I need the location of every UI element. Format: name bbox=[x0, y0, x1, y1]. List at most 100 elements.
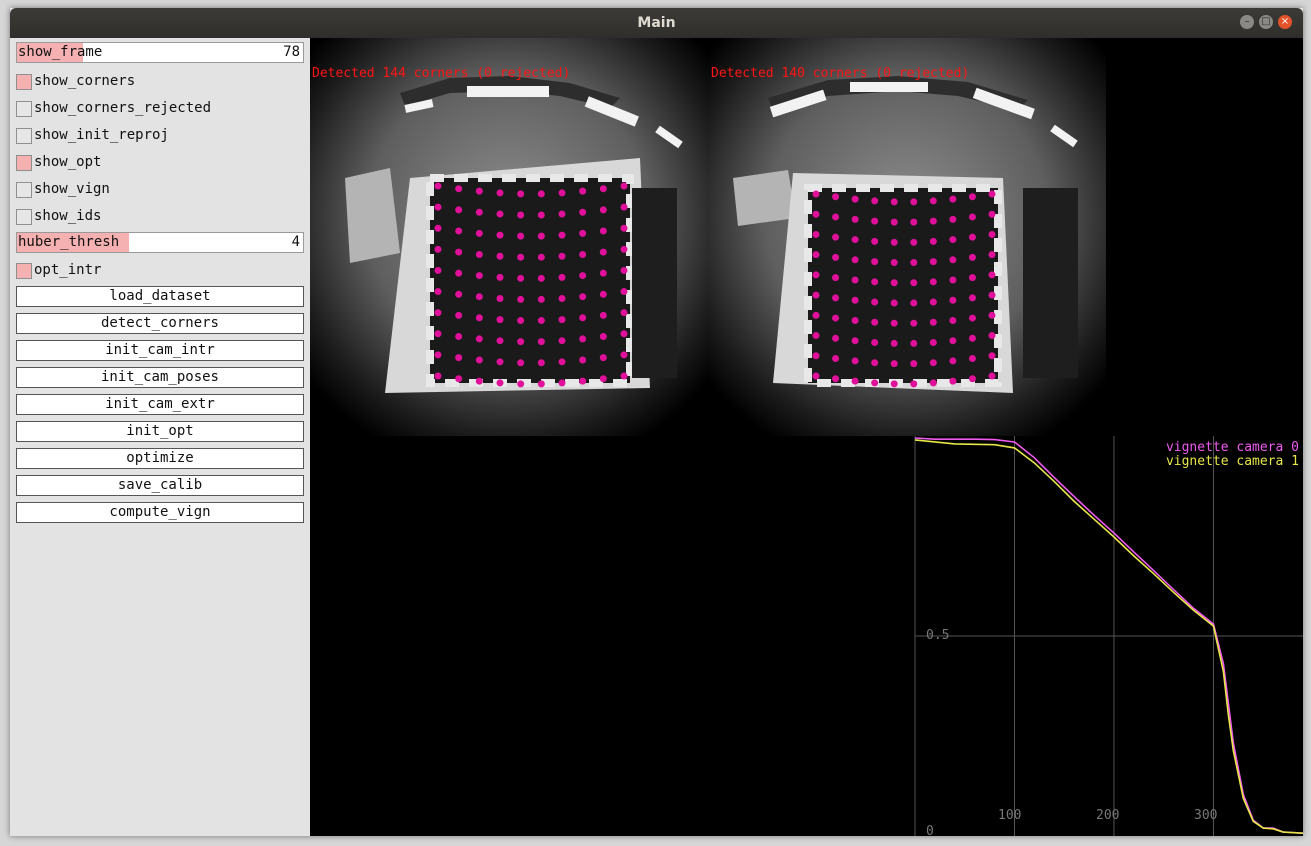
corner-marker bbox=[910, 238, 918, 246]
close-button[interactable]: × bbox=[1278, 15, 1292, 29]
init-opt-button[interactable]: init_opt bbox=[16, 421, 304, 442]
checkbox-box[interactable] bbox=[16, 101, 32, 117]
window-title: Main bbox=[637, 15, 676, 31]
checkbox-box[interactable] bbox=[16, 155, 32, 171]
minimize-button[interactable]: – bbox=[1240, 15, 1254, 29]
corner-marker bbox=[537, 359, 545, 367]
corner-marker bbox=[988, 332, 996, 340]
corner-marker bbox=[434, 245, 442, 253]
show-frame-slider[interactable]: show_frame 78 bbox=[16, 42, 304, 63]
corner-marker bbox=[832, 334, 840, 342]
camera-1-image[interactable] bbox=[708, 38, 1106, 436]
corner-marker bbox=[890, 198, 898, 206]
corner-marker bbox=[599, 290, 607, 298]
corner-marker bbox=[929, 379, 937, 387]
init-cam-intr-button[interactable]: init_cam_intr bbox=[16, 340, 304, 361]
corner-marker bbox=[599, 269, 607, 277]
corner-marker bbox=[949, 276, 957, 284]
corner-marker bbox=[558, 337, 566, 345]
corner-marker bbox=[434, 309, 442, 317]
detect-corners-button[interactable]: detect_corners bbox=[16, 313, 304, 334]
show-frame-label: show_frame bbox=[18, 44, 103, 60]
corner-marker bbox=[558, 379, 566, 387]
corner-marker bbox=[890, 218, 898, 226]
corner-marker bbox=[929, 217, 937, 225]
corner-marker bbox=[496, 379, 504, 387]
corner-marker bbox=[496, 294, 504, 302]
corner-marker bbox=[537, 295, 545, 303]
corner-marker bbox=[558, 273, 566, 281]
corner-marker bbox=[455, 269, 463, 277]
corner-marker bbox=[434, 266, 442, 274]
corner-marker bbox=[949, 316, 957, 324]
huber-thresh-label: huber_thresh bbox=[18, 234, 120, 250]
y-tick-label: 0 bbox=[926, 824, 934, 836]
checkbox-box[interactable] bbox=[16, 209, 32, 225]
corner-marker bbox=[890, 319, 898, 327]
title-bar[interactable]: Main – □ × bbox=[10, 8, 1303, 38]
init-cam-extr-button[interactable]: init_cam_extr bbox=[16, 394, 304, 415]
checkbox-box[interactable] bbox=[16, 182, 32, 198]
corner-marker bbox=[579, 187, 587, 195]
camera-0-image[interactable] bbox=[310, 38, 708, 436]
corner-marker bbox=[475, 356, 483, 364]
corner-marker bbox=[558, 210, 566, 218]
legend-camera-0: vignette camera 0 bbox=[1165, 440, 1299, 455]
view-area[interactable]: Detected 144 corners (0 rejected) Detect… bbox=[310, 38, 1303, 836]
corner-marker bbox=[968, 274, 976, 282]
corner-marker bbox=[929, 237, 937, 245]
corner-marker bbox=[496, 337, 504, 345]
checkbox-box[interactable] bbox=[16, 128, 32, 144]
optimize-button[interactable]: optimize bbox=[16, 448, 304, 469]
corner-marker bbox=[537, 232, 545, 240]
corner-marker bbox=[579, 250, 587, 258]
corner-marker bbox=[851, 337, 859, 345]
load-dataset-button[interactable]: load_dataset bbox=[16, 286, 304, 307]
checkbox-box[interactable] bbox=[16, 263, 32, 279]
corner-marker bbox=[929, 298, 937, 306]
corner-marker bbox=[929, 197, 937, 205]
save-calib-button[interactable]: save_calib bbox=[16, 475, 304, 496]
checkbox-label: show_ids bbox=[34, 208, 102, 224]
corner-marker bbox=[475, 377, 483, 385]
corner-marker bbox=[832, 314, 840, 322]
corner-marker bbox=[434, 224, 442, 232]
corner-marker bbox=[988, 210, 996, 218]
corner-marker bbox=[537, 317, 545, 325]
corner-marker bbox=[890, 339, 898, 347]
corner-marker bbox=[558, 294, 566, 302]
corner-marker bbox=[496, 210, 504, 218]
corner-marker bbox=[968, 294, 976, 302]
corner-marker bbox=[620, 245, 628, 253]
corner-marker bbox=[832, 253, 840, 261]
corner-marker bbox=[910, 198, 918, 206]
corner-marker bbox=[851, 256, 859, 264]
corner-marker bbox=[851, 316, 859, 324]
corner-marker bbox=[968, 233, 976, 241]
camera-1-detection-text: Detected 140 corners (0 rejected) bbox=[711, 66, 970, 81]
vignette-plot[interactable]: vignette camera 0 vignette camera 1 100 … bbox=[912, 436, 1303, 836]
huber-thresh-slider[interactable]: huber_thresh 4 bbox=[16, 232, 304, 253]
corner-marker bbox=[949, 337, 957, 345]
corner-marker bbox=[812, 311, 820, 319]
corner-marker bbox=[851, 215, 859, 223]
corner-marker bbox=[599, 206, 607, 214]
checkbox-label: show_corners bbox=[34, 73, 136, 89]
corner-marker bbox=[871, 298, 879, 306]
checkbox-box[interactable] bbox=[16, 74, 32, 90]
x-tick-label: 300 bbox=[1194, 808, 1218, 823]
x-tick-label: 100 bbox=[998, 808, 1022, 823]
corner-marker bbox=[496, 358, 504, 366]
checkbox-label: show_corners_rejected bbox=[34, 100, 212, 116]
corner-marker bbox=[517, 274, 525, 282]
corner-marker bbox=[558, 252, 566, 260]
corner-marker bbox=[475, 272, 483, 280]
corner-marker bbox=[620, 224, 628, 232]
corner-marker bbox=[910, 218, 918, 226]
init-cam-poses-button[interactable]: init_cam_poses bbox=[16, 367, 304, 388]
maximize-button[interactable]: □ bbox=[1259, 15, 1273, 29]
corner-marker bbox=[475, 208, 483, 216]
compute-vign-button[interactable]: compute_vign bbox=[16, 502, 304, 523]
vignette-curve-camera-1 bbox=[914, 439, 1303, 835]
corner-marker bbox=[949, 377, 957, 385]
